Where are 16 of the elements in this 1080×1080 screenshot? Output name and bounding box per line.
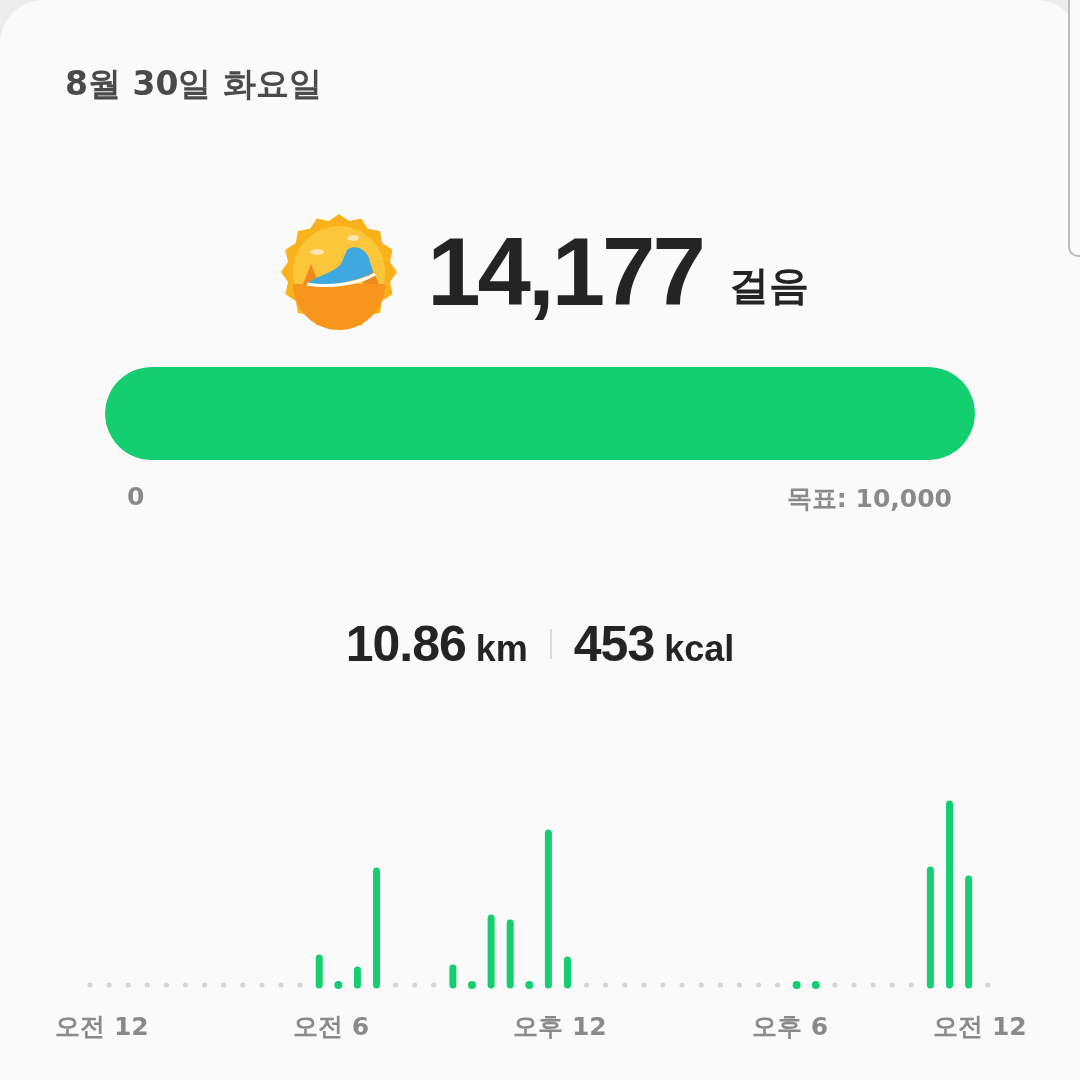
- time-axis-label: 오전 12: [55, 1011, 149, 1043]
- time-axis-label: 오전 12: [933, 1011, 1027, 1043]
- time-axis-label: 오후 12: [513, 1011, 607, 1043]
- time-axis-label: 오후 6: [751, 1011, 829, 1043]
- edge-panel-handle[interactable]: [1068, 0, 1080, 257]
- distance-value: 10.86: [345, 615, 466, 673]
- calories-value: 453: [573, 615, 655, 673]
- step-unit: 걸음: [728, 260, 809, 310]
- step-count: 14,177: [427, 224, 703, 320]
- date-heading: 8월 30일 화요일: [65, 63, 322, 105]
- shoe-badge-icon: [281, 214, 398, 330]
- calories-unit: kcal: [664, 628, 735, 670]
- distance-unit: km: [475, 628, 528, 670]
- progress-start-label: 0: [127, 482, 145, 511]
- goal-label: 목표: 10,000: [786, 483, 952, 515]
- time-axis-label: 오전 6: [292, 1011, 370, 1043]
